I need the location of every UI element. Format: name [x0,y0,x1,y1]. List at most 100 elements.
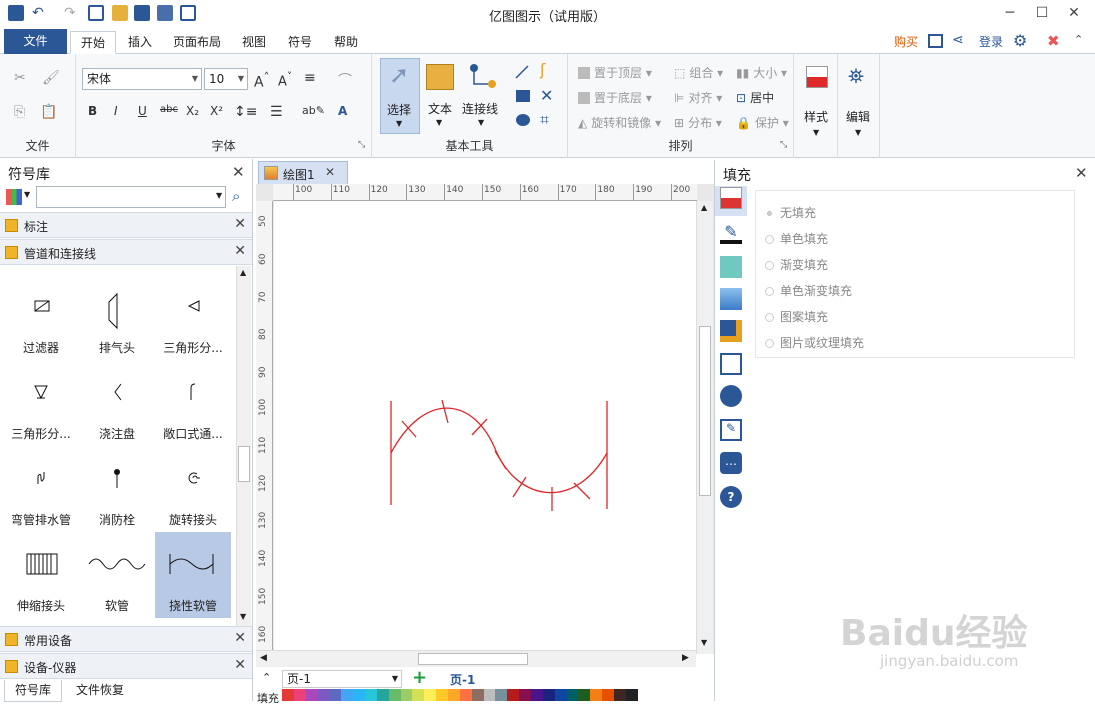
plugin-icon[interactable]: ✖ [1047,32,1060,50]
fill-option-none[interactable]: 无填充 [765,204,816,221]
section-pipes[interactable]: 管道和连接线 ✕ [0,239,252,265]
palette-swatch[interactable] [566,689,579,701]
palette-swatch[interactable] [495,689,508,701]
symbol-exhaust-head[interactable]: 排气头 [79,274,155,360]
section-annotation[interactable]: 标注 ✕ [0,212,252,238]
cut-icon[interactable]: ✂ [14,70,26,86]
search-icon[interactable]: ⌕ [232,187,240,205]
attachment-icon[interactable]: ✎ [720,419,742,441]
flexible-hose-shape[interactable] [274,201,696,654]
close-button[interactable]: ✕ [1059,2,1089,24]
connector-tool-button[interactable]: 连接线 ▼ [462,58,502,134]
hscroll-left-icon[interactable]: ◀ [260,653,267,663]
fill-option-picture[interactable]: 图片或纹理填充 [765,334,864,351]
palette-swatch[interactable] [293,689,306,701]
palette-swatch[interactable] [507,689,520,701]
italic-icon[interactable]: I [114,104,118,118]
hscroll-right-icon[interactable]: ▶ [682,653,689,663]
minimize-button[interactable]: ─ [995,2,1025,24]
tab-file[interactable]: 文件 [4,29,67,54]
palette-swatch[interactable] [317,689,330,701]
ellipse-tool-icon[interactable] [516,114,530,126]
library-menu-arrow-icon[interactable]: ▼ [24,190,30,199]
strikethrough-icon[interactable]: abc [160,104,178,115]
vscroll-down-icon[interactable]: ▼ [701,638,707,647]
symbol-open-vent[interactable]: 敞口式通... [155,360,231,446]
settings-gear-icon[interactable]: ⚙ [1013,31,1027,50]
data-sheet-icon[interactable] [720,353,742,375]
library-scrollbar[interactable]: ▲ ▼ [236,266,251,626]
page-tab[interactable]: 页-1 [450,671,475,688]
tab-insert[interactable]: 插入 [120,31,160,54]
scroll-down-icon[interactable]: ▼ [240,612,246,621]
center-button[interactable]: ⊡ 居中 [736,89,774,106]
canvas-horizontal-scrollbar[interactable]: ◀ ▶ [256,650,696,667]
bullet-list-icon[interactable]: ☰ [270,104,283,120]
rectangle-tool-icon[interactable] [516,90,530,102]
palette-swatch[interactable] [341,689,354,701]
palette-swatch[interactable] [554,689,567,701]
palette-swatch[interactable] [519,689,532,701]
maximize-button[interactable]: ☐ [1027,2,1057,24]
share-box-icon[interactable] [928,34,943,48]
palette-swatch[interactable] [424,689,437,701]
tab-page-layout[interactable]: 页面布局 [166,31,228,54]
fill-option-pattern[interactable]: 图案填充 [765,308,828,325]
palette-swatch[interactable] [388,689,401,701]
palette-swatch[interactable] [305,689,318,701]
line-tool-icon[interactable] [514,64,530,80]
palette-swatch[interactable] [459,689,472,701]
edit-button[interactable]: ⛯ 编辑 ▼ [842,62,876,142]
palette-swatch[interactable] [353,689,366,701]
symbol-triangle-1[interactable]: 三角形分... [155,274,231,360]
library-menu-icon[interactable] [6,189,22,205]
connection-point-icon[interactable]: ✕ [540,86,553,105]
search-dropdown-icon[interactable]: ▼ [216,191,222,200]
size-button[interactable]: ▮▮ 大小 ▾ [736,64,787,81]
palette-swatch[interactable] [483,689,496,701]
palette-swatch[interactable] [448,689,460,701]
palette-swatch[interactable] [365,689,377,701]
fill-icon[interactable] [720,187,742,209]
paste-icon[interactable]: 📋 [40,104,57,120]
image-icon[interactable] [720,288,742,310]
section-close-icon[interactable]: ✕ [234,630,246,646]
palette-swatch[interactable] [542,689,555,701]
palette-swatch[interactable] [614,689,626,701]
fill-option-solid[interactable]: 单色填充 [765,230,828,247]
canvas-vscroll-thumb[interactable] [699,326,711,496]
fill-option-gradient[interactable]: 渐变填充 [765,256,828,273]
style-button[interactable]: 样式 ▼ [800,62,834,142]
superscript-icon[interactable]: X² [210,104,223,118]
comment-icon[interactable]: … [720,452,742,474]
help-icon[interactable]: ? [720,486,742,508]
symbol-fire-hydrant[interactable]: 消防栓 [79,446,155,532]
palette-swatch[interactable] [412,689,425,701]
text-highlight-icon[interactable]: ab✎ [302,104,325,117]
fill-option-single-gradient[interactable]: 单色渐变填充 [765,282,852,299]
layer-icon[interactable] [720,320,742,342]
section-equipment-instruments[interactable]: 设备-仪器 ✕ [0,653,252,679]
palette-swatch[interactable] [471,689,484,701]
text-arc-icon[interactable]: ⌒ [338,70,352,90]
canvas-vertical-scrollbar[interactable]: ▲ ▼ [696,201,713,654]
symbol-bend-drain[interactable]: 弯管排水管 [3,446,79,532]
document-tab[interactable]: 绘图1 ✕ [258,161,348,185]
line-spacing-icon[interactable]: ↕≡ [234,104,257,120]
library-search-input[interactable] [36,186,226,208]
palette-swatch[interactable] [625,689,638,701]
palette-swatch[interactable] [590,689,603,701]
section-close-icon[interactable]: ✕ [234,657,246,673]
symbol-pouring-basin[interactable]: 浇注盘 [79,360,155,446]
bold-icon[interactable]: B [88,104,97,118]
canvas-hscroll-thumb[interactable] [418,653,528,665]
tab-help[interactable]: 帮助 [326,31,366,54]
fill-panel-close-icon[interactable]: ✕ [1075,164,1088,182]
section-close-icon[interactable]: ✕ [234,243,246,259]
symbol-triangle-2[interactable]: 三角形分... [3,360,79,446]
line-style-icon[interactable]: ✎ [720,222,742,244]
underline-icon[interactable]: U [138,104,147,118]
symbol-expansion-joint[interactable]: 伸缩接头 [3,532,79,618]
font-color-icon[interactable]: A [338,104,347,118]
group-button[interactable]: ⬚ 组合 ▾ [674,64,723,81]
